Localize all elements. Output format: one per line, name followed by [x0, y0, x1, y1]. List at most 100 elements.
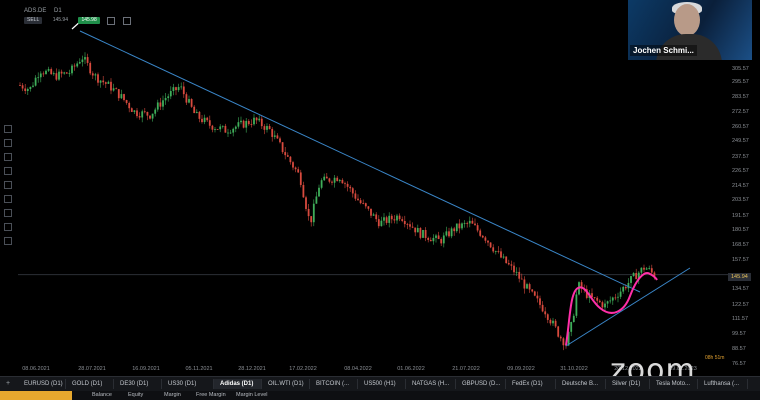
chart-tab[interactable]: GBPUSD (D...	[456, 379, 506, 389]
candle-body	[364, 203, 367, 207]
line-tool-icon[interactable]	[4, 139, 12, 147]
candle-body	[201, 118, 203, 123]
buy-button[interactable]: 145.98	[78, 17, 100, 24]
trend-line-descending[interactable]	[79, 30, 641, 293]
x-tick-label: 05.11.2021	[185, 366, 213, 372]
candle-body	[487, 240, 489, 243]
sell-button[interactable]: SELL	[24, 17, 43, 24]
trend-line-ascending[interactable]	[565, 267, 691, 347]
timeframe-label[interactable]: D1	[54, 8, 62, 14]
chart-tab[interactable]: Lufthansa (...	[698, 379, 748, 389]
cursor-tool-icon[interactable]	[4, 125, 12, 133]
fib-tool-icon[interactable]	[4, 153, 12, 161]
candle-body	[557, 326, 560, 337]
candle-body	[234, 126, 237, 129]
chart-tab[interactable]: Tesla Moto...	[650, 379, 698, 389]
x-tick-label: 21.07.2022	[452, 366, 480, 372]
magnet-tool-icon[interactable]	[4, 209, 12, 217]
candle-body	[393, 219, 396, 221]
y-tick-label: 122.57	[732, 301, 749, 308]
candle-body	[76, 63, 79, 67]
candle-body	[185, 94, 188, 103]
y-tick-label: 305.57	[732, 66, 749, 72]
eraser-tool-icon[interactable]	[4, 195, 12, 203]
candle-body	[552, 320, 554, 324]
chart-tab[interactable]: US30 (D1)	[162, 379, 214, 389]
chart-tab[interactable]: EURUSD (D1)	[18, 379, 66, 389]
chart-tabs: + EURUSD (D1) GOLD (D1) DE30 (D1) US30 (D1)…	[0, 376, 760, 391]
y-tick-label: 180.57	[732, 227, 749, 234]
candle-body	[596, 297, 599, 301]
candle-body	[604, 303, 606, 308]
chart-tab[interactable]: BITCOIN (...	[310, 379, 358, 389]
margin-label: Margin	[164, 392, 181, 398]
candle-body	[112, 88, 115, 91]
chart-tab[interactable]: Adidas (D1)	[214, 379, 262, 389]
chart-tab[interactable]: US500 (H1)	[358, 379, 406, 389]
candle-body	[505, 256, 508, 264]
text-tool-icon[interactable]	[4, 181, 12, 189]
presenter-name: Jochen Schmi...	[630, 45, 697, 56]
chart-tab[interactable]: NATGAS (H...	[406, 379, 456, 389]
candle-body	[406, 224, 409, 225]
candle-body	[414, 227, 417, 233]
y-tick-label: 76.57	[732, 361, 746, 367]
chart-tab[interactable]: OIL.WTI (D1)	[262, 379, 310, 389]
lock-tool-icon[interactable]	[4, 223, 12, 231]
candle-body	[242, 120, 245, 128]
candle-body	[120, 94, 123, 99]
candle-body	[237, 122, 240, 127]
chart-tab[interactable]: FedEx (D1)	[506, 379, 556, 389]
candle-body	[136, 110, 138, 117]
y-tick-label: 203.57	[732, 197, 749, 204]
candle-body	[494, 251, 497, 252]
candle-body	[424, 230, 427, 238]
candle-body	[29, 86, 32, 90]
candle-body	[598, 300, 601, 303]
candle-body	[294, 167, 297, 170]
x-tick-label: 08.06.2021	[22, 366, 50, 372]
candle-body	[117, 89, 120, 99]
y-tick-label: 226.57	[732, 167, 749, 174]
candle-body	[60, 71, 63, 74]
account-status-bar: Balance Equity Margin Free Margin Margin…	[0, 391, 760, 400]
candle-body	[396, 215, 398, 221]
chart-tab[interactable]: Silver (D1)	[606, 379, 650, 389]
candle-body	[245, 120, 248, 128]
expand-icon[interactable]	[122, 17, 131, 25]
candle-body	[302, 184, 305, 198]
candle-body	[403, 220, 406, 225]
candle-body	[312, 203, 315, 223]
candle-body	[650, 268, 653, 273]
chart-tab[interactable]: DE30 (D1)	[114, 379, 162, 389]
candle-body	[188, 99, 190, 103]
candle-body	[544, 311, 547, 315]
settings-icon[interactable]	[107, 17, 116, 25]
y-tick-label: 249.57	[732, 138, 749, 145]
rect-tool-icon[interactable]	[4, 167, 12, 175]
y-tick-label: 191.57	[732, 212, 749, 219]
add-tab-icon[interactable]: +	[6, 380, 10, 387]
candle-body	[203, 117, 206, 123]
chart-tab[interactable]: GOLD (D1)	[66, 379, 114, 389]
y-tick-label: 214.57	[732, 183, 749, 190]
symbol-name: ADS.DE	[24, 8, 47, 14]
y-tick-label: 237.57	[732, 153, 749, 160]
candle-body	[336, 177, 339, 182]
candle-body	[341, 179, 344, 184]
candle-body	[110, 81, 112, 91]
candle-body	[123, 94, 125, 101]
candle-body	[450, 228, 453, 237]
candle-body	[541, 304, 544, 312]
chart-tab[interactable]: Deutsche B...	[556, 379, 606, 389]
candle-body	[232, 128, 235, 133]
candle-body	[383, 217, 385, 221]
chart-tab-label: BITCOIN (...	[316, 381, 349, 387]
account-menu[interactable]	[0, 391, 72, 400]
candle-body	[292, 162, 294, 168]
candle-body	[489, 242, 492, 248]
trash-tool-icon[interactable]	[4, 237, 12, 245]
y-tick-label: 295.57	[732, 78, 749, 85]
y-tick-label: 283.57	[732, 94, 749, 101]
candle-body	[52, 73, 55, 75]
